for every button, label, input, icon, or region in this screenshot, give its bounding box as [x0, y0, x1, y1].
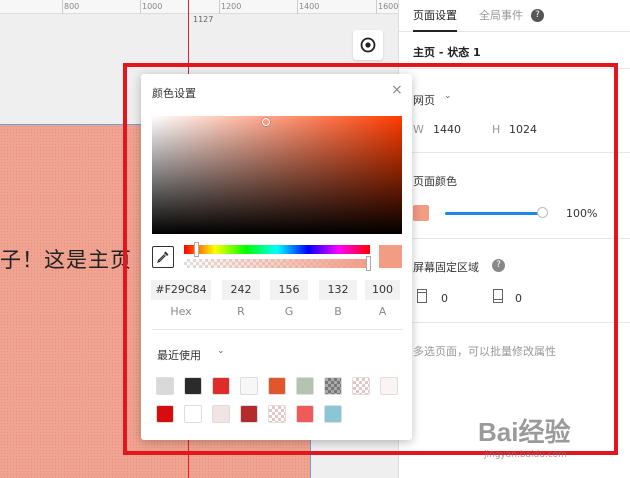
- a-label: A: [378, 305, 387, 318]
- b-input[interactable]: 132: [319, 280, 357, 300]
- height-label: H: [492, 123, 501, 136]
- watermark-url: jingyan.baidu.com: [484, 450, 568, 460]
- page-text[interactable]: 子！这是主页: [0, 244, 132, 274]
- guide-position-label: 1127: [193, 15, 214, 24]
- divider: [152, 329, 402, 330]
- target-icon: [360, 37, 376, 53]
- tab-global-events[interactable]: 全局事件: [479, 0, 523, 32]
- help-icon[interactable]: ?: [492, 259, 505, 272]
- width-input[interactable]: 1440: [433, 123, 461, 136]
- recent-color-swatch[interactable]: [184, 405, 202, 423]
- height-input[interactable]: 1024: [509, 123, 537, 136]
- properties-panel: 页面设置 全局事件 ? 主页 - 状态 1 网页 ⌄ W 1440 H 1024…: [398, 0, 630, 478]
- locate-button[interactable]: [353, 30, 383, 60]
- ruler-tick: 1000: [142, 2, 163, 11]
- recent-color-swatch[interactable]: [352, 377, 370, 395]
- fixed-area-label: 屏幕固定区域: [413, 261, 479, 274]
- recent-colors-label[interactable]: 最近使用: [157, 347, 201, 363]
- panel-tabs: 页面设置 全局事件 ?: [399, 0, 630, 32]
- recent-color-swatch[interactable]: [240, 405, 258, 423]
- r-input[interactable]: 242: [222, 280, 260, 300]
- hue-slider-handle[interactable]: [194, 242, 199, 257]
- color-picker-title: 颜色设置: [152, 87, 196, 100]
- ruler-tick: 1400: [299, 2, 320, 11]
- ruler-tick: 1600: [378, 2, 398, 11]
- page-color-label: 页面颜色: [413, 175, 457, 188]
- chevron-down-icon[interactable]: ⌄: [444, 91, 452, 101]
- hue-slider[interactable]: [184, 245, 370, 254]
- opacity-slider-handle[interactable]: [537, 207, 548, 218]
- tab-page-settings[interactable]: 页面设置: [413, 0, 457, 32]
- page-state-title: 主页 - 状态 1: [413, 46, 481, 59]
- recent-color-swatch[interactable]: [296, 405, 314, 423]
- saturation-value-area[interactable]: [152, 116, 402, 234]
- ruler-tick: 800: [64, 2, 80, 11]
- r-label: R: [237, 305, 245, 318]
- alpha-slider-handle[interactable]: [366, 256, 371, 271]
- close-icon[interactable]: ×: [391, 82, 403, 98]
- chevron-down-icon[interactable]: ⌄: [217, 346, 225, 356]
- fixed-top-input[interactable]: 0: [441, 292, 448, 305]
- fixed-bottom-icon: [493, 289, 503, 303]
- recent-color-swatch[interactable]: [156, 405, 174, 423]
- recent-color-swatch[interactable]: [268, 377, 286, 395]
- opacity-value[interactable]: 100%: [566, 207, 597, 220]
- a-input[interactable]: 100: [365, 280, 400, 300]
- g-label: G: [284, 305, 294, 318]
- recent-color-swatch[interactable]: [324, 377, 342, 395]
- alpha-slider[interactable]: [184, 259, 370, 268]
- ruler-tick: 1200: [221, 2, 242, 11]
- eyedropper-button[interactable]: [152, 246, 174, 268]
- recent-color-swatch[interactable]: [212, 377, 230, 395]
- recent-color-swatch[interactable]: [296, 377, 314, 395]
- hex-input[interactable]: #F29C84: [151, 280, 211, 300]
- multi-select-hint: 多选页面，可以批量修改属性: [413, 345, 556, 358]
- width-label: W: [413, 123, 424, 136]
- recent-color-swatch[interactable]: [380, 377, 398, 395]
- eyedropper-icon: [157, 251, 169, 263]
- fixed-bottom-input[interactable]: 0: [515, 292, 522, 305]
- saturation-value-handle[interactable]: [262, 118, 270, 126]
- recent-color-swatch[interactable]: [324, 405, 342, 423]
- recent-color-swatch[interactable]: [156, 377, 174, 395]
- device-select[interactable]: 网页: [413, 92, 435, 108]
- opacity-slider[interactable]: [445, 212, 543, 215]
- watermark-logo: Bai经验: [478, 417, 571, 447]
- fixed-top-icon: [417, 289, 427, 303]
- b-label: B: [334, 305, 342, 318]
- recent-color-swatch[interactable]: [268, 405, 286, 423]
- g-input[interactable]: 156: [270, 280, 308, 300]
- page-color-swatch[interactable]: [413, 205, 429, 221]
- recent-color-swatch[interactable]: [240, 377, 258, 395]
- help-icon[interactable]: ?: [531, 9, 544, 22]
- color-picker-popover: 颜色设置 × #F29C84 242 156 132 100 Hex R G B…: [141, 74, 412, 440]
- recent-color-swatch[interactable]: [184, 377, 202, 395]
- hex-label: Hex: [170, 305, 192, 318]
- watermark: Bai经验 jingyan.baidu.com: [478, 412, 618, 462]
- recent-color-swatch[interactable]: [212, 405, 230, 423]
- horizontal-ruler: 800 1000 1200 1400 1600: [0, 0, 398, 14]
- color-preview: [379, 245, 402, 268]
